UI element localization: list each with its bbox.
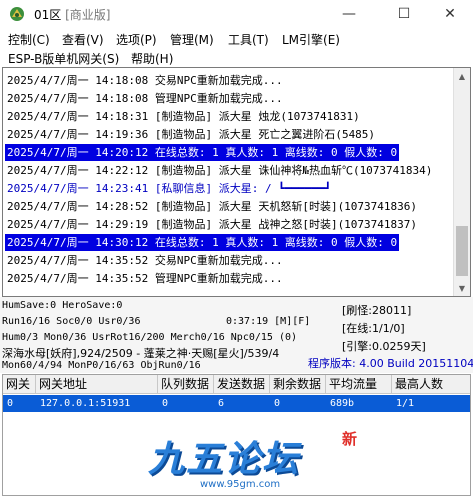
menu-view[interactable]: 查看(V)	[62, 31, 104, 48]
log-line: 2025/4/7/周一 14:35:52 交易NPC重新加载完成...	[7, 254, 283, 267]
column-header[interactable]: 最高人数	[392, 375, 470, 394]
watermark-url: www.95gm.com	[200, 479, 281, 490]
menu-control[interactable]: 控制(C)	[8, 31, 50, 48]
menu-manage[interactable]: 管理(M)	[170, 31, 214, 48]
status-mon: Mon60/4/94 MonP0/16/63 ObjRun0/16	[2, 360, 201, 371]
log-line: 2025/4/7/周一 14:20:12 在线总数: 1 真人数: 1 离线数:…	[5, 144, 400, 161]
maximize-button[interactable]: ☐	[381, 0, 427, 28]
status-hum: Hum0/3 Mon0/36 UsrRot16/200 Merch0/16 Np…	[2, 332, 298, 343]
column-header[interactable]: 队列数据	[158, 375, 214, 394]
log-line: 2025/4/7/周一 14:29:19 [制造物品] 派大星 战神之怒[时装]…	[7, 218, 418, 231]
menu-bar-secondary: ESP-B版单机网关(S) 帮助(H)	[0, 48, 473, 67]
close-icon: ✕	[444, 6, 456, 22]
close-button[interactable]: ✕	[427, 0, 473, 28]
menu-lm-engine[interactable]: LM引擎(E)	[282, 31, 340, 48]
log-line: 2025/4/7/周一 14:19:36 [制造物品] 派大星 死亡之翼进阶石(…	[7, 128, 376, 141]
status-save: HumSave:0 HeroSave:0	[2, 300, 123, 311]
window-title-edition: [商业版]	[65, 8, 111, 22]
table-header: 网关 网关地址 队列数据 发送数据 剩余数据 平均流量 最高人数	[3, 375, 470, 394]
table-cell: 0	[162, 398, 169, 409]
watermark-logo-text: 九五论坛	[148, 439, 301, 480]
log-line: 2025/4/7/周一 14:30:12 在线总数: 1 真人数: 1 离线数:…	[5, 234, 400, 251]
column-header[interactable]: 网关地址	[36, 375, 158, 394]
minimize-button[interactable]: —	[326, 0, 372, 28]
log-line: 2025/4/7/周一 14:18:08 交易NPC重新加载完成...	[7, 74, 283, 87]
status-online: [在线:1/1/0]	[342, 322, 405, 335]
table-cell: 6	[218, 398, 225, 409]
column-header[interactable]: 剩余数据	[270, 375, 326, 394]
log-line: 2025/4/7/周一 14:28:52 [制造物品] 派大星 天机怒斩[时装]…	[7, 200, 418, 213]
minimize-icon: —	[342, 6, 356, 22]
log-line: 2025/4/7/周一 14:18:08 管理NPC重新加载完成...	[7, 92, 283, 105]
column-header[interactable]: 网关	[3, 375, 36, 394]
status-engine: [引擎:0.0259天]	[342, 340, 426, 353]
table-cell: 1/1	[396, 398, 415, 409]
status-map: 深海水母[妖府],924/2509 - 蓬莱之神·天赐[星火]/539/4	[2, 347, 280, 360]
table-cell: 689b	[330, 398, 355, 409]
window-title: 01区 [商业版]	[34, 6, 110, 23]
status-run: Run16/16 Soc0/0 Usr0/36	[2, 316, 141, 327]
log-line: 2025/4/7/周一 14:22:12 [制造物品] 派大星 诛仙神将№热血斩…	[7, 164, 433, 177]
menu-esp-gateway[interactable]: ESP-B版单机网关(S)	[8, 50, 119, 67]
status-uptime: 0:37:19 [M][F]	[226, 316, 311, 327]
column-header[interactable]: 发送数据	[214, 375, 270, 394]
scroll-down-icon[interactable]: ▼	[454, 280, 470, 296]
menu-tools[interactable]: 工具(T)	[228, 31, 269, 48]
scroll-thumb[interactable]	[456, 226, 468, 276]
status-refresh: [刷怪:28011]	[342, 304, 412, 317]
column-header[interactable]: 平均流量	[326, 375, 392, 394]
table-cell: 0	[274, 398, 281, 409]
table-cell: 0	[7, 398, 14, 409]
app-icon	[10, 7, 24, 21]
menu-options[interactable]: 选项(P)	[116, 31, 157, 48]
watermark-badge: 新	[342, 430, 358, 448]
table-row[interactable]: 0 127.0.0.1:51931 0 6 0 689b 1/1	[3, 395, 470, 412]
maximize-icon: ☐	[397, 6, 411, 22]
log-line: 2025/4/7/周一 14:23:41 [私聊信息] 派大星: / ┗━━━━…	[7, 182, 332, 195]
title-bar: 01区 [商业版] — ☐ ✕	[0, 0, 473, 28]
window-title-main: 01区	[34, 8, 66, 22]
scroll-up-icon[interactable]: ▲	[454, 68, 470, 84]
version-label: 程序版本: 4.00 Build 20151104	[308, 357, 473, 370]
log-scrollbar[interactable]: ▲ ▼	[453, 68, 470, 296]
table-cell: 127.0.0.1:51931	[40, 398, 131, 409]
log-line: 2025/4/7/周一 14:18:31 [制造物品] 派大星 烛龙(10737…	[7, 110, 360, 123]
menu-bar: 控制(C) 查看(V) 选项(P) 管理(M) 工具(T) LM引擎(E)	[0, 29, 473, 48]
watermark-logo: 九五论坛 新 www.95gm.com	[148, 430, 388, 492]
menu-help[interactable]: 帮助(H)	[131, 50, 173, 67]
log-panel[interactable]: 2025/4/7/周一 14:18:08 交易NPC重新加载完成... 2025/…	[2, 67, 471, 297]
status-panel: HumSave:0 HeroSave:0 Run16/16 Soc0/0 Usr…	[0, 297, 473, 373]
log-line: 2025/4/7/周一 14:35:52 管理NPC重新加载完成...	[7, 272, 283, 285]
